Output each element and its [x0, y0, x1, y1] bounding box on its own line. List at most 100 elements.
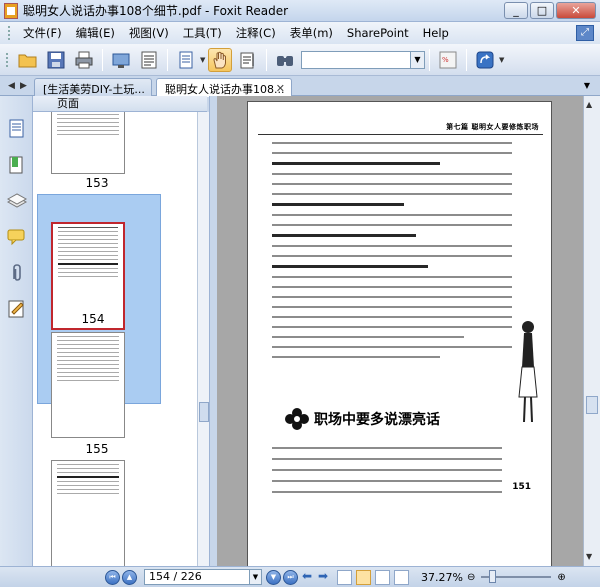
- page-thumbnail[interactable]: [51, 332, 125, 438]
- select-text-button[interactable]: [236, 48, 260, 72]
- window-controls: _ □ ✕: [504, 2, 596, 19]
- toolbar: ▼ ▼ % ▼: [0, 44, 600, 76]
- hand-tool-button[interactable]: [208, 47, 232, 72]
- zoom-button[interactable]: %: [436, 48, 460, 72]
- menu-forms[interactable]: 表单(m): [283, 23, 340, 43]
- menu-view[interactable]: 视图(V): [122, 23, 176, 43]
- text-viewer-button[interactable]: [137, 48, 161, 72]
- header-rule: [258, 134, 543, 135]
- scroll-up-icon[interactable]: ▲: [586, 100, 592, 109]
- menu-grip: [8, 26, 12, 40]
- pages-panel-title: 页面: [57, 97, 79, 110]
- comment-icon: [7, 229, 25, 246]
- menu-help[interactable]: Help: [416, 23, 456, 43]
- zoom-level: 37.27%: [421, 570, 463, 584]
- pages-icon: [9, 119, 24, 138]
- menu-comments[interactable]: 注释(C): [229, 23, 283, 43]
- bookmarks-panel-button[interactable]: [6, 154, 28, 176]
- page-body-text-lower: [272, 447, 502, 502]
- next-page-button[interactable]: ▼: [266, 569, 281, 585]
- maximize-button[interactable]: □: [530, 2, 554, 19]
- zoom-slider-knob[interactable]: [489, 570, 497, 583]
- svg-text:%: %: [442, 56, 449, 64]
- tab-close-icon[interactable]: ✕: [276, 82, 285, 95]
- snapshot-button[interactable]: [109, 48, 133, 72]
- toolbar-separator: [266, 48, 267, 71]
- page-body-text: [272, 142, 512, 366]
- tab-list-dropdown-icon[interactable]: ▼: [584, 81, 590, 90]
- zoom-slider[interactable]: [481, 570, 552, 583]
- toolbar-grip: [6, 52, 10, 67]
- layers-panel-button[interactable]: [6, 190, 28, 212]
- bookmark-icon: [9, 156, 23, 174]
- last-page-button[interactable]: ⏭: [283, 569, 298, 585]
- page-layout-button[interactable]: [174, 48, 198, 72]
- print-button[interactable]: [72, 48, 96, 72]
- menu-tools[interactable]: 工具(T): [176, 23, 229, 43]
- toolbar-separator: [429, 48, 430, 71]
- toolbar-separator: [167, 48, 168, 71]
- page-thumbnail[interactable]: [51, 460, 125, 566]
- toolbar-separator: [102, 48, 103, 71]
- tab-label: [生活美劳DIY-土玩...: [43, 83, 145, 96]
- tab-document-2[interactable]: 聪明女人说话办事108... ✕: [156, 78, 292, 97]
- rotate-dropdown[interactable]: ▼: [499, 56, 505, 64]
- tab-scroll-right-icon[interactable]: ▶: [20, 81, 27, 91]
- page-number-dropdown[interactable]: ▼: [250, 569, 262, 585]
- minimize-button[interactable]: _: [504, 2, 528, 19]
- print-icon: [75, 51, 93, 68]
- rotate-button[interactable]: [473, 48, 497, 72]
- flower-icon: [285, 408, 309, 430]
- back-view-button[interactable]: ⬅: [299, 570, 315, 584]
- menu-file[interactable]: 文件(F): [16, 23, 69, 43]
- forward-view-button[interactable]: ➡: [315, 570, 331, 584]
- pages-panel-button[interactable]: [6, 118, 28, 140]
- document-scroll-thumb[interactable]: [586, 396, 598, 414]
- signatures-panel-button[interactable]: [6, 298, 28, 320]
- restore-layout-button[interactable]: ⤢: [576, 25, 594, 41]
- signature-icon: [8, 300, 24, 318]
- status-bar: ⏮ ▲ 154 / 226 ▼ ▼ ⏭ ⬅ ➡ 37.27% ⊖ ⊕: [0, 566, 600, 587]
- close-button[interactable]: ✕: [556, 2, 596, 19]
- find-input[interactable]: [301, 50, 411, 69]
- first-page-button[interactable]: ⏮: [105, 569, 120, 585]
- continuous-facing-layout-button[interactable]: [394, 569, 409, 585]
- document-view[interactable]: 第七篇 聪明女人要修炼职场 职场中要多说漂亮话 151: [217, 96, 583, 566]
- page-number: 151: [512, 482, 531, 492]
- open-icon: [18, 54, 37, 67]
- page-number-field[interactable]: 154 / 226: [144, 569, 250, 585]
- comments-panel-button[interactable]: [6, 226, 28, 248]
- pages-panel: 153 154 155: [33, 112, 197, 566]
- zoom-out-icon[interactable]: ⊖: [467, 572, 475, 583]
- section-banner-title: 职场中要多说漂亮话: [314, 412, 440, 428]
- pages-panel-scrollbar[interactable]: [197, 112, 209, 566]
- zoom-in-icon[interactable]: ⊕: [557, 572, 565, 583]
- page-thumbnail-label: 153: [85, 176, 109, 190]
- document-scrollbar[interactable]: ▲ ▼: [583, 96, 600, 566]
- find-dropdown[interactable]: ▼: [411, 50, 425, 69]
- continuous-layout-button[interactable]: [356, 569, 371, 585]
- find-button[interactable]: [273, 48, 297, 72]
- text-select-icon: [240, 52, 254, 68]
- window-title: 聪明女人说话办事108个细节.pdf - Foxit Reader: [23, 4, 289, 18]
- tab-scroll-left-icon[interactable]: ◀: [8, 81, 15, 91]
- scroll-down-icon[interactable]: ▼: [586, 552, 592, 561]
- page-thumbnail-label: 155: [85, 442, 109, 456]
- layers-icon: [6, 193, 28, 208]
- previous-page-button[interactable]: ▲: [122, 569, 137, 585]
- menu-sharepoint[interactable]: SharePoint: [340, 23, 416, 43]
- single-page-layout-button[interactable]: [337, 569, 352, 585]
- facing-layout-button[interactable]: [375, 569, 390, 585]
- page-layout-dropdown[interactable]: ▼: [200, 56, 206, 64]
- attachments-panel-button[interactable]: [6, 262, 28, 284]
- panel-splitter[interactable]: [209, 96, 217, 566]
- open-button[interactable]: [16, 48, 40, 72]
- tab-document-1[interactable]: [生活美劳DIY-土玩...: [34, 78, 152, 96]
- page-thumbnail[interactable]: [51, 112, 125, 174]
- menu-edit[interactable]: 编辑(E): [69, 23, 122, 43]
- save-button[interactable]: [44, 48, 68, 72]
- rotate-icon: [476, 51, 494, 68]
- tab-label: 聪明女人说话办事108...: [165, 83, 285, 96]
- pages-panel-scroll-thumb[interactable]: [199, 402, 209, 422]
- menu-bar: 文件(F) 编辑(E) 视图(V) 工具(T) 注释(C) 表单(m) Shar…: [0, 22, 600, 44]
